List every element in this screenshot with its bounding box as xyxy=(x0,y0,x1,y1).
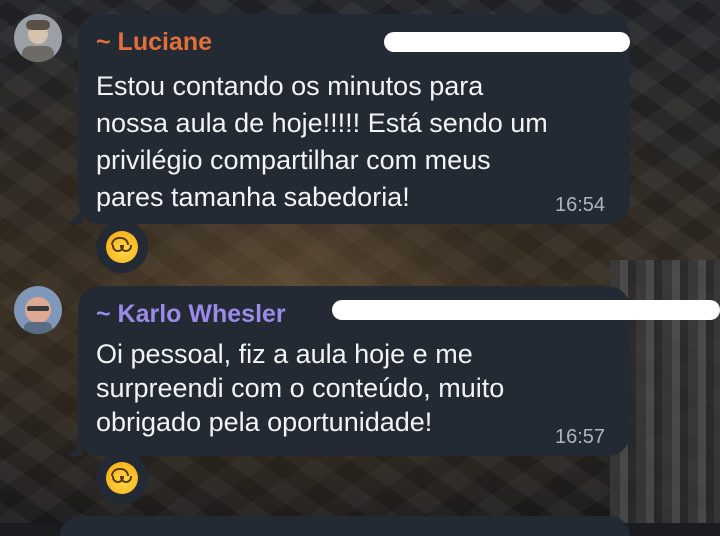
message-bubble[interactable]: ~ Karlo Whesler Oi pessoal, fiz a aula h… xyxy=(68,286,720,456)
message-line: privilégio compartilhar com meus xyxy=(96,145,491,175)
message-line: Estou contando os minutos para xyxy=(96,71,484,101)
bubble-tail xyxy=(68,210,82,224)
sender-name[interactable]: ~ Luciane xyxy=(96,28,212,57)
reaction-badge[interactable] xyxy=(96,452,148,504)
sender-name[interactable]: ~ Karlo Whesler xyxy=(96,300,286,329)
message-line: nossa aula de hoje!!!!! Está sendo um xyxy=(96,108,548,138)
upside-down-face-icon xyxy=(106,462,138,494)
message-line: pares tamanha sabedoria! xyxy=(96,182,410,212)
message-line: surpreendi com o conteúdo, muito xyxy=(96,373,505,403)
redacted-phone-number xyxy=(384,32,630,52)
bubble-tail xyxy=(68,442,82,456)
avatar-karlo-whesler[interactable] xyxy=(14,286,62,334)
message-timestamp: 16:57 xyxy=(555,426,606,448)
message-line: obrigado pela oportunidade! xyxy=(96,407,433,437)
upside-down-face-icon xyxy=(106,231,138,263)
message-line: Oi pessoal, fiz a aula hoje e me xyxy=(96,339,473,369)
next-message-bubble-edge xyxy=(60,516,630,536)
message-timestamp: 16:54 xyxy=(555,194,606,216)
redacted-phone-number xyxy=(332,300,720,320)
message-bubble[interactable]: ~ Luciane Estou contando os minutos para… xyxy=(68,14,630,224)
reaction-badge[interactable] xyxy=(96,221,148,273)
avatar-luciane[interactable] xyxy=(14,14,62,62)
